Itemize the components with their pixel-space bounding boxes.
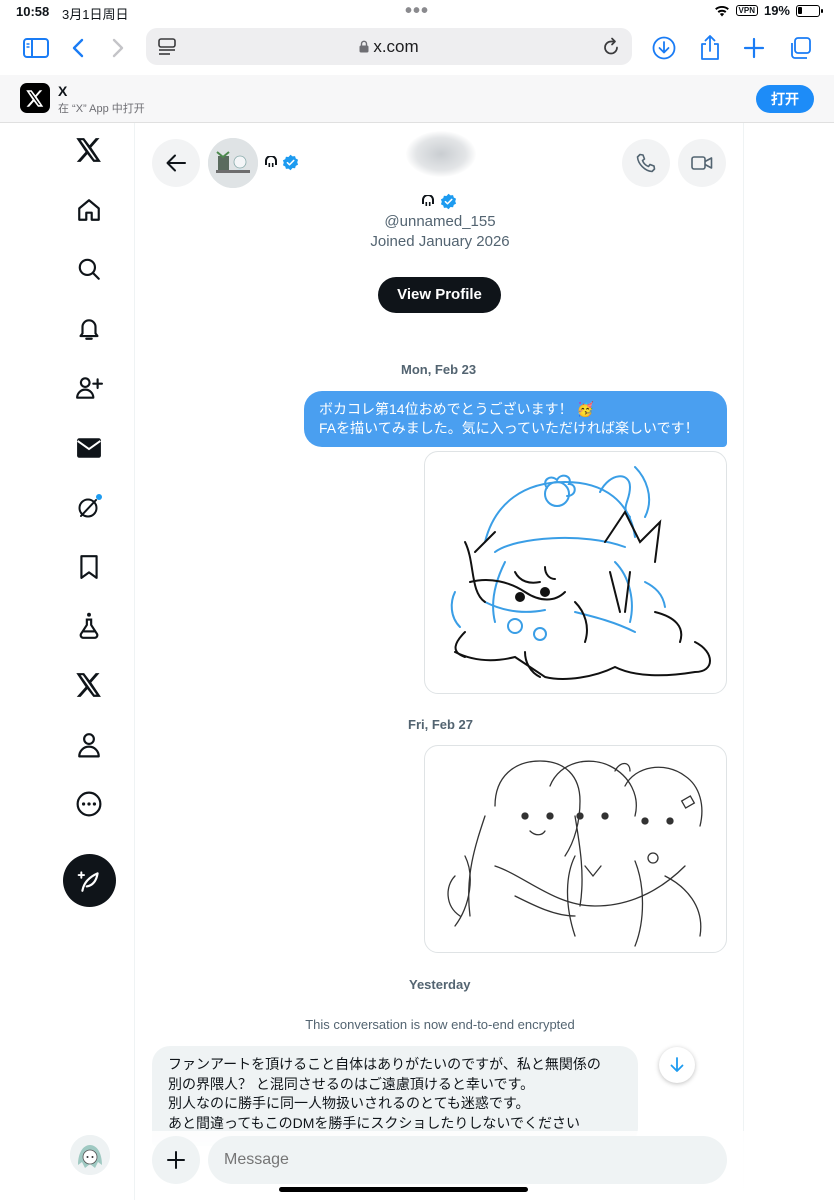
x-logo-icon[interactable] (74, 135, 104, 165)
profile-handle: @unnamed_155 (384, 213, 496, 230)
url-value: x.com (373, 37, 419, 56)
share-icon[interactable] (696, 34, 724, 62)
app-name: X (58, 83, 68, 99)
video-camera-icon (691, 156, 713, 170)
address-bar[interactable]: x.com (146, 28, 632, 65)
forward-icon[interactable] (104, 34, 132, 62)
compose-post-button[interactable] (63, 854, 116, 907)
back-icon[interactable] (64, 34, 92, 62)
labs-flask-icon[interactable] (74, 611, 104, 641)
profile-glyph-icon (422, 195, 434, 206)
account-avatar[interactable] (70, 1135, 110, 1175)
sent-message-bubble[interactable]: ボカコレ第14位おめでとうございます！ 🥳 FAを描いてみました。気に入っていた… (304, 391, 727, 447)
conversation-panel: @unnamed_155 Joined January 2026 View Pr… (136, 123, 744, 1200)
blurred-profile-picture (406, 131, 476, 177)
date-separator: Yesterday (409, 977, 471, 992)
download-icon[interactable] (650, 34, 678, 62)
more-options-icon[interactable] (74, 789, 104, 819)
follow-user-icon[interactable] (74, 373, 104, 403)
open-app-button[interactable]: 打开 (756, 85, 814, 113)
plus-icon (167, 1151, 185, 1169)
status-indicators: VPN 19% (714, 3, 823, 18)
notifications-bell-icon[interactable] (74, 314, 104, 344)
premium-x-icon[interactable] (74, 670, 104, 700)
status-time: 10:58 (16, 4, 50, 19)
phone-icon (636, 153, 656, 173)
arrow-down-icon (670, 1057, 684, 1072)
compose-feather-icon (77, 870, 99, 892)
verified-badge-icon (282, 154, 299, 171)
video-call-button[interactable] (678, 139, 726, 187)
bookmarks-icon[interactable] (74, 552, 104, 582)
messages-envelope-icon[interactable] (74, 433, 104, 463)
sent-message-line: FAを描いてみました。気に入っていただければ楽しいです！ (319, 420, 699, 436)
conversation-avatar[interactable] (208, 138, 258, 188)
reload-icon[interactable] (602, 37, 620, 56)
arrow-left-icon (166, 154, 186, 172)
back-button[interactable] (152, 139, 200, 187)
scroll-to-bottom-button[interactable] (659, 1047, 695, 1083)
message-input[interactable] (208, 1136, 727, 1184)
app-open-hint: 在 “X” App 中打开 (58, 103, 145, 115)
add-attachment-button[interactable] (152, 1136, 200, 1184)
url-text: x.com (146, 37, 632, 57)
lock-icon (359, 40, 369, 53)
home-icon[interactable] (74, 195, 104, 225)
received-message-line: ファンアートを頂けること自体はありがたいのですが、私と無関係の (168, 1056, 601, 1072)
sent-image-fanart-1[interactable] (424, 451, 727, 694)
date-separator: Mon, Feb 23 (401, 362, 477, 377)
status-bar: 10:58 3月1日周日 ••• VPN 19% (0, 0, 834, 24)
grok-icon[interactable] (74, 492, 104, 522)
smart-app-banner: X 在 “X” App 中打开 打开 (0, 75, 834, 123)
contact-glyph-icon (265, 156, 277, 167)
tabs-overview-icon[interactable] (786, 34, 814, 62)
x-app-logo-icon (20, 83, 50, 113)
date-separator: Fri, Feb 27 (408, 717, 474, 732)
vpn-badge: VPN (735, 5, 758, 16)
encryption-notice: This conversation is now end-to-end encr… (305, 1017, 575, 1032)
sent-image-fanart-2[interactable] (424, 745, 727, 953)
sidebar-toggle-icon[interactable] (22, 34, 50, 62)
received-message-line: 別人なのに勝手に同一人物扱いされるのとても迷惑です。 (168, 1095, 530, 1111)
profile-verified-badge-icon (440, 193, 457, 210)
home-indicator[interactable] (279, 1187, 528, 1192)
voice-call-button[interactable] (622, 139, 670, 187)
search-icon[interactable] (74, 254, 104, 284)
battery-icon (796, 4, 823, 17)
profile-icon[interactable] (74, 730, 104, 760)
multitasking-dots-icon[interactable]: ••• (405, 0, 429, 23)
sidebar-nav (0, 123, 135, 1200)
received-message-line: 別の界隈人？ と混同させるのはご遠慮頂けると幸いです。 (168, 1075, 535, 1092)
sent-message-line: ボカコレ第14位おめでとうございます！ 🥳 (319, 401, 594, 417)
new-tab-icon[interactable] (740, 34, 768, 62)
wifi-icon (714, 5, 729, 16)
battery-percent: 19% (763, 3, 790, 18)
view-profile-button[interactable]: View Profile (378, 277, 501, 313)
profile-joined-date: Joined January 2026 (370, 233, 510, 250)
status-date: 3月1日周日 (62, 7, 129, 22)
